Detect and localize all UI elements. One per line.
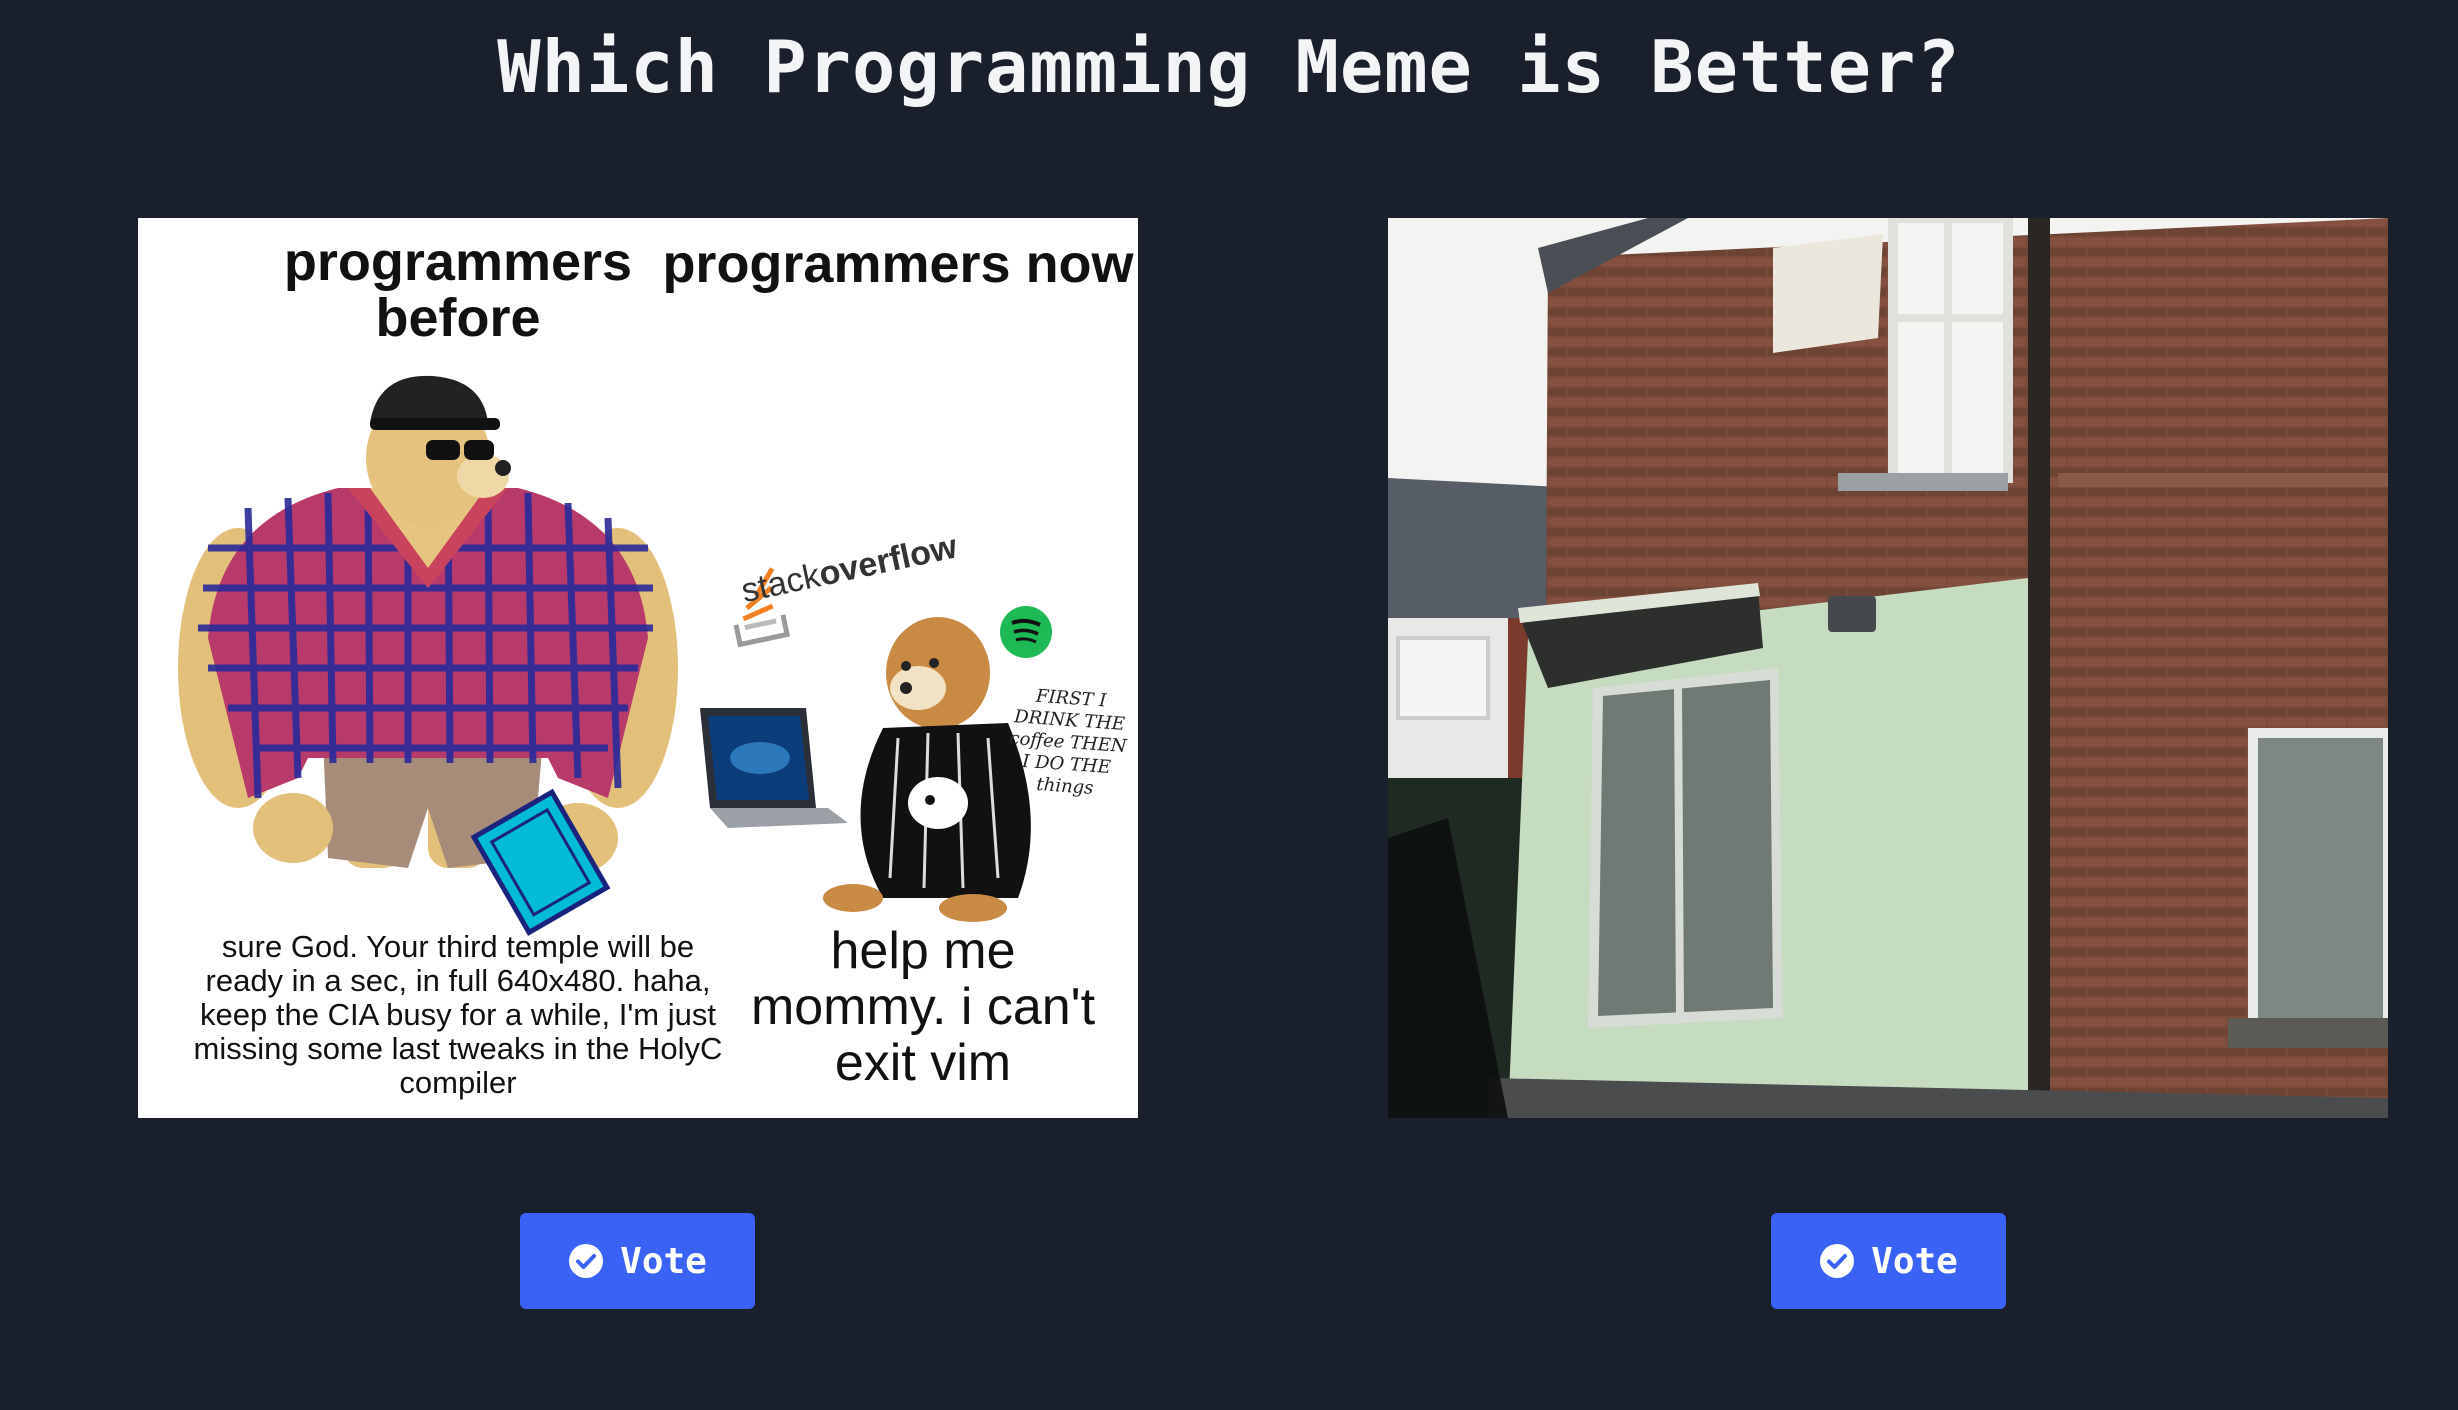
spotify-logo: [1000, 606, 1052, 658]
meme-card-left[interactable]: programmers before programmers now stack…: [138, 218, 1138, 1118]
vote-button-left[interactable]: Vote: [520, 1213, 755, 1309]
meme-heading-before: programmers before: [283, 232, 633, 348]
meme-heading-now: programmers now: [662, 234, 1134, 294]
check-circle-icon: [1820, 1244, 1855, 1278]
vote-label: Vote: [1871, 1240, 1958, 1282]
cheems-doge-figure: [823, 617, 1031, 922]
vote-label: Vote: [620, 1240, 707, 1282]
page: Which Programming Meme is Better? progra…: [0, 0, 2458, 1410]
coffee-note: FIRST I DRINK THE coffee THEN I DO THE t…: [1008, 685, 1128, 799]
meme-card-right[interactable]: [1388, 218, 2388, 1118]
meme-caption-before: sure God. Your third temple will be read…: [193, 929, 723, 1100]
brick-building-photo: [1388, 218, 2388, 1118]
laptop-illustration: [700, 708, 848, 828]
buff-doge-figure: [178, 375, 678, 936]
vote-button-right[interactable]: Vote: [1771, 1213, 2006, 1309]
check-circle-icon: [569, 1244, 604, 1278]
page-title: Which Programming Meme is Better?: [497, 25, 1961, 109]
meme-caption-now: help me mommy. i can't exit vim: [750, 922, 1096, 1092]
